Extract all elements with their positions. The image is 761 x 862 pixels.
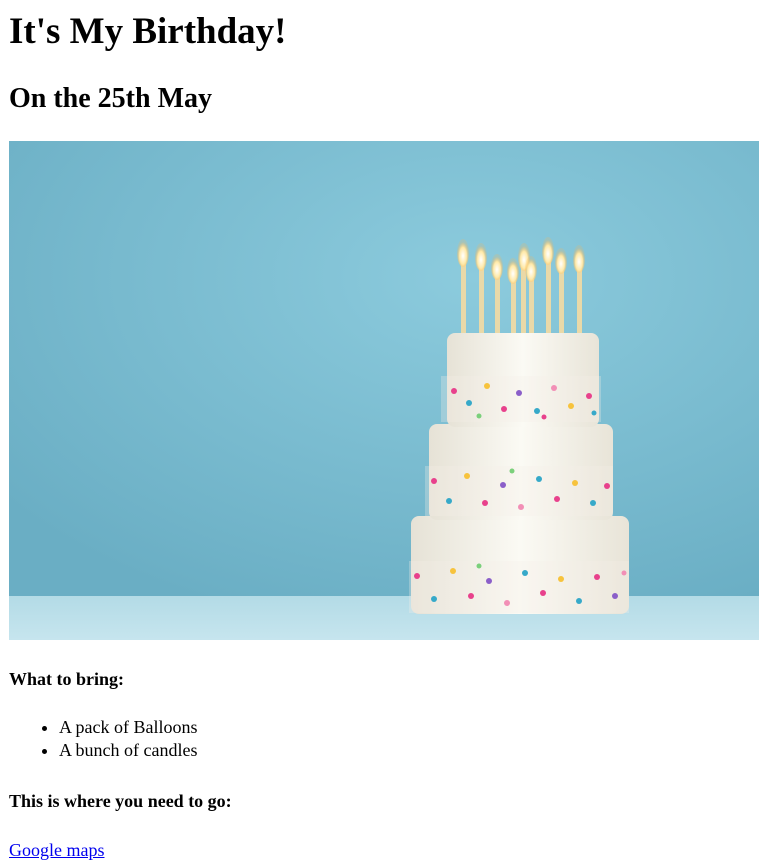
google-maps-link[interactable]: Google maps	[9, 838, 104, 862]
event-date-subtitle: On the 25th May	[9, 83, 212, 114]
birthday-cake-image	[9, 141, 759, 640]
list-item: A bunch of candles	[59, 739, 197, 762]
bring-list: A pack of Balloons A bunch of candles	[9, 716, 197, 762]
list-item: A pack of Balloons	[59, 716, 197, 739]
directions-heading: This is where you need to go:	[9, 791, 232, 811]
page-title: It's My Birthday!	[9, 11, 287, 52]
what-to-bring-heading: What to bring:	[9, 669, 125, 689]
